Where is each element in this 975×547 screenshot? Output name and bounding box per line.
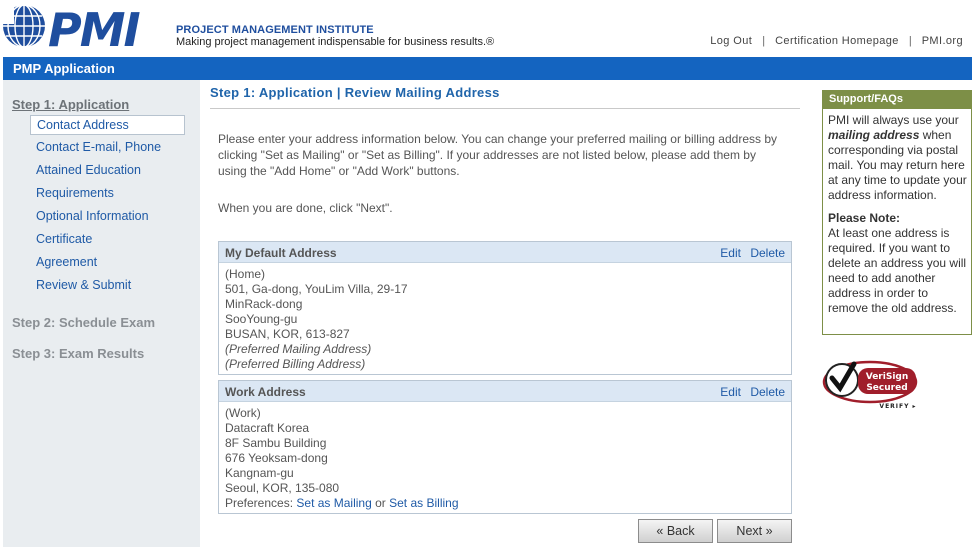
app-title: PMP Application (13, 61, 115, 76)
support-text-emphasis: mailing address (828, 128, 920, 142)
nav-item-review-submit[interactable]: Review & Submit (30, 276, 185, 296)
default-address-delete-link[interactable]: Delete (750, 246, 785, 260)
support-panel-title: Support/FAQs (823, 91, 971, 109)
logo-wordmark: PMI (48, 4, 140, 48)
work-address-body: (Work) Datacraft Korea 8F Sambu Building… (219, 402, 791, 515)
address-line: Datacraft Korea (225, 421, 310, 435)
note-title: Please Note: (828, 211, 901, 225)
work-address-delete-link[interactable]: Delete (750, 385, 785, 399)
work-address-title: Work Address (225, 385, 306, 399)
done-instruction: When you are done, click "Next". (218, 201, 393, 215)
nav-step2: Step 2: Schedule Exam (12, 315, 156, 330)
set-as-billing-link[interactable]: Set as Billing (389, 496, 458, 510)
preferred-billing-flag: (Preferred Billing Address) (225, 357, 366, 371)
support-panel-body: PMI will always use your mailing address… (823, 109, 971, 316)
pmi-logo[interactable]: PMI (2, 4, 168, 48)
nav-item-contact-email-phone[interactable]: Contact E-mail, Phone (30, 138, 185, 158)
link-separator: | (908, 35, 912, 47)
next-button[interactable]: Next » (717, 519, 792, 543)
title-divider (210, 108, 800, 109)
nav-item-attained-education[interactable]: Attained Education (30, 161, 185, 181)
verisign-secured-seal[interactable]: VeriSign Secured VERIFY ▸ (822, 354, 922, 412)
nav-item-requirements[interactable]: Requirements (30, 184, 185, 204)
address-line: Kangnam-gu (225, 466, 294, 480)
address-line: 501, Ga-dong, YouLim Villa, 29-17 (225, 282, 408, 296)
address-line: MinRack-dong (225, 297, 303, 311)
preferences-row: Preferences: Set as Mailing or Set as Bi… (225, 496, 785, 511)
nav-step3: Step 3: Exam Results (12, 346, 145, 361)
nav-item-agreement[interactable]: Agreement (30, 253, 185, 273)
support-text-pre: PMI will always use your (828, 113, 959, 127)
preferences-label: Preferences: (225, 496, 294, 510)
address-line: 8F Sambu Building (225, 436, 327, 450)
nav-item-certificate[interactable]: Certificate (30, 230, 185, 250)
default-address-card: My Default Address Edit Delete (Home) 50… (218, 241, 792, 375)
intro-text: Please enter your address information be… (218, 132, 777, 178)
support-text: PMI will always use your mailing address… (828, 113, 967, 203)
work-address-card: Work Address Edit Delete (Work) Datacraf… (218, 380, 792, 514)
pmi-org-link[interactable]: PMI.org (922, 35, 963, 47)
verisign-line1: VeriSign (866, 372, 909, 382)
support-faqs-panel: Support/FAQs PMI will always use your ma… (822, 90, 972, 335)
nav-step1[interactable]: Step 1: Application (12, 97, 129, 112)
address-line: BUSAN, KOR, 613-827 (225, 327, 350, 341)
top-links: Log Out | Certification Homepage | PMI.org (710, 35, 963, 47)
page-header: PMI PROJECT MANAGEMENT INSTITUTE Making … (0, 0, 975, 56)
certification-homepage-link[interactable]: Certification Homepage (775, 35, 899, 47)
default-address-edit-link[interactable]: Edit (720, 246, 741, 260)
nav-item-contact-address[interactable]: Contact Address (30, 115, 185, 135)
default-address-header: My Default Address Edit Delete (219, 242, 791, 263)
or-text: or (375, 496, 386, 510)
set-as-mailing-link[interactable]: Set as Mailing (296, 496, 371, 510)
work-address-header: Work Address Edit Delete (219, 381, 791, 402)
left-navigation: Step 1: Application Contact Address Cont… (3, 80, 200, 547)
default-address-title: My Default Address (225, 246, 337, 260)
app-title-bar: PMP Application (3, 57, 972, 80)
address-line: SooYoung-gu (225, 312, 298, 326)
link-separator: | (762, 35, 766, 47)
default-address-body: (Home) 501, Ga-dong, YouLim Villa, 29-17… (219, 263, 791, 376)
address-line: (Home) (225, 267, 266, 281)
preferred-mailing-flag: (Preferred Mailing Address) (225, 342, 372, 356)
page-title: Step 1: Application | Review Mailing Add… (210, 85, 500, 100)
verisign-verify: VERIFY ▸ (879, 403, 916, 410)
address-line: 676 Yeoksam-dong (225, 451, 328, 465)
work-address-edit-link[interactable]: Edit (720, 385, 741, 399)
back-button[interactable]: « Back (638, 519, 713, 543)
note-text: At least one address is required. If you… (828, 226, 967, 315)
nav-item-optional-information[interactable]: Optional Information (30, 207, 185, 227)
verisign-line2: Secured (866, 383, 907, 393)
logout-link[interactable]: Log Out (710, 35, 752, 47)
org-name: PROJECT MANAGEMENT INSTITUTE (176, 24, 374, 36)
address-line: (Work) (225, 406, 261, 420)
address-line: Seoul, KOR, 135-080 (225, 481, 340, 495)
org-tagline: Making project management indispensable … (176, 36, 495, 48)
